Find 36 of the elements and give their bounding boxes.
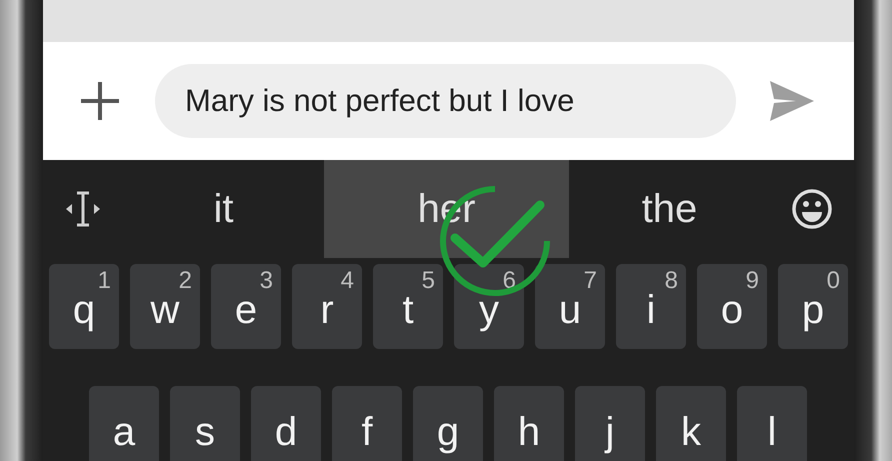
keyboard-key[interactable]: 4 r	[292, 264, 362, 349]
key-hint: 3	[260, 267, 273, 295]
keyboard-key[interactable]: 6 y	[454, 264, 524, 349]
keyboard-key[interactable]: 7 u	[535, 264, 605, 349]
keyboard-key[interactable]: l	[737, 386, 807, 461]
key-hint: 5	[422, 267, 435, 295]
key-hint: 2	[178, 267, 192, 295]
message-field[interactable]: Mary is not perfect but I love	[155, 64, 736, 138]
keyboard-key[interactable]: g	[413, 386, 483, 461]
keyboard-key[interactable]: 0 p	[778, 264, 848, 349]
key-hint: 7	[584, 267, 597, 295]
keyboard-key[interactable]: 2 w	[130, 264, 200, 349]
keyboard-key[interactable]: f	[332, 386, 402, 461]
suggestion-chip[interactable]: it	[123, 160, 324, 258]
key-hint: 1	[98, 267, 111, 295]
keyboard-key[interactable]: 8 i	[616, 264, 686, 349]
plus-icon[interactable]	[79, 80, 121, 122]
send-icon[interactable]	[770, 81, 814, 121]
keyboard-key[interactable]: 1 q	[49, 264, 119, 349]
suggestion-chip[interactable]: the	[569, 160, 770, 258]
keyboard-key[interactable]: 3 e	[211, 264, 281, 349]
emoji-icon[interactable]	[791, 188, 833, 230]
keyboard-key[interactable]: k	[656, 386, 726, 461]
keyboard-key[interactable]: 5 t	[373, 264, 443, 349]
keyboard-key[interactable]: j	[575, 386, 645, 461]
key-hint: 4	[340, 267, 354, 295]
keyboard-key[interactable]: s	[170, 386, 240, 461]
keyboard-key[interactable]: d	[251, 386, 321, 461]
key-hint: 0	[826, 267, 840, 295]
key-hint: 9	[746, 267, 759, 295]
key-hint: 6	[502, 267, 516, 295]
keyboard-key[interactable]: h	[494, 386, 564, 461]
key-hint: 8	[664, 267, 678, 295]
text-cursor-icon[interactable]	[64, 190, 102, 228]
keyboard-key[interactable]: a	[89, 386, 159, 461]
keyboard-key[interactable]: 9 o	[697, 264, 767, 349]
